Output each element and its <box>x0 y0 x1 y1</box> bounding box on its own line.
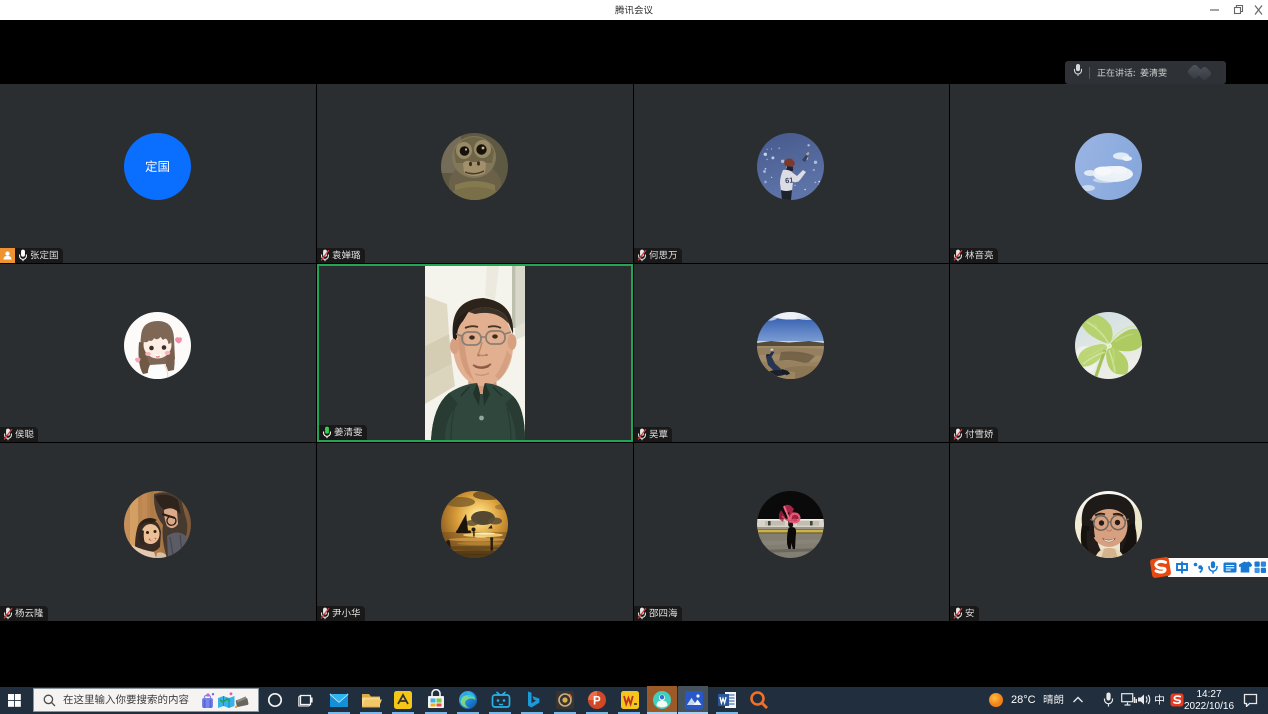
svg-text:61: 61 <box>785 175 794 185</box>
svg-text:P: P <box>593 696 601 708</box>
